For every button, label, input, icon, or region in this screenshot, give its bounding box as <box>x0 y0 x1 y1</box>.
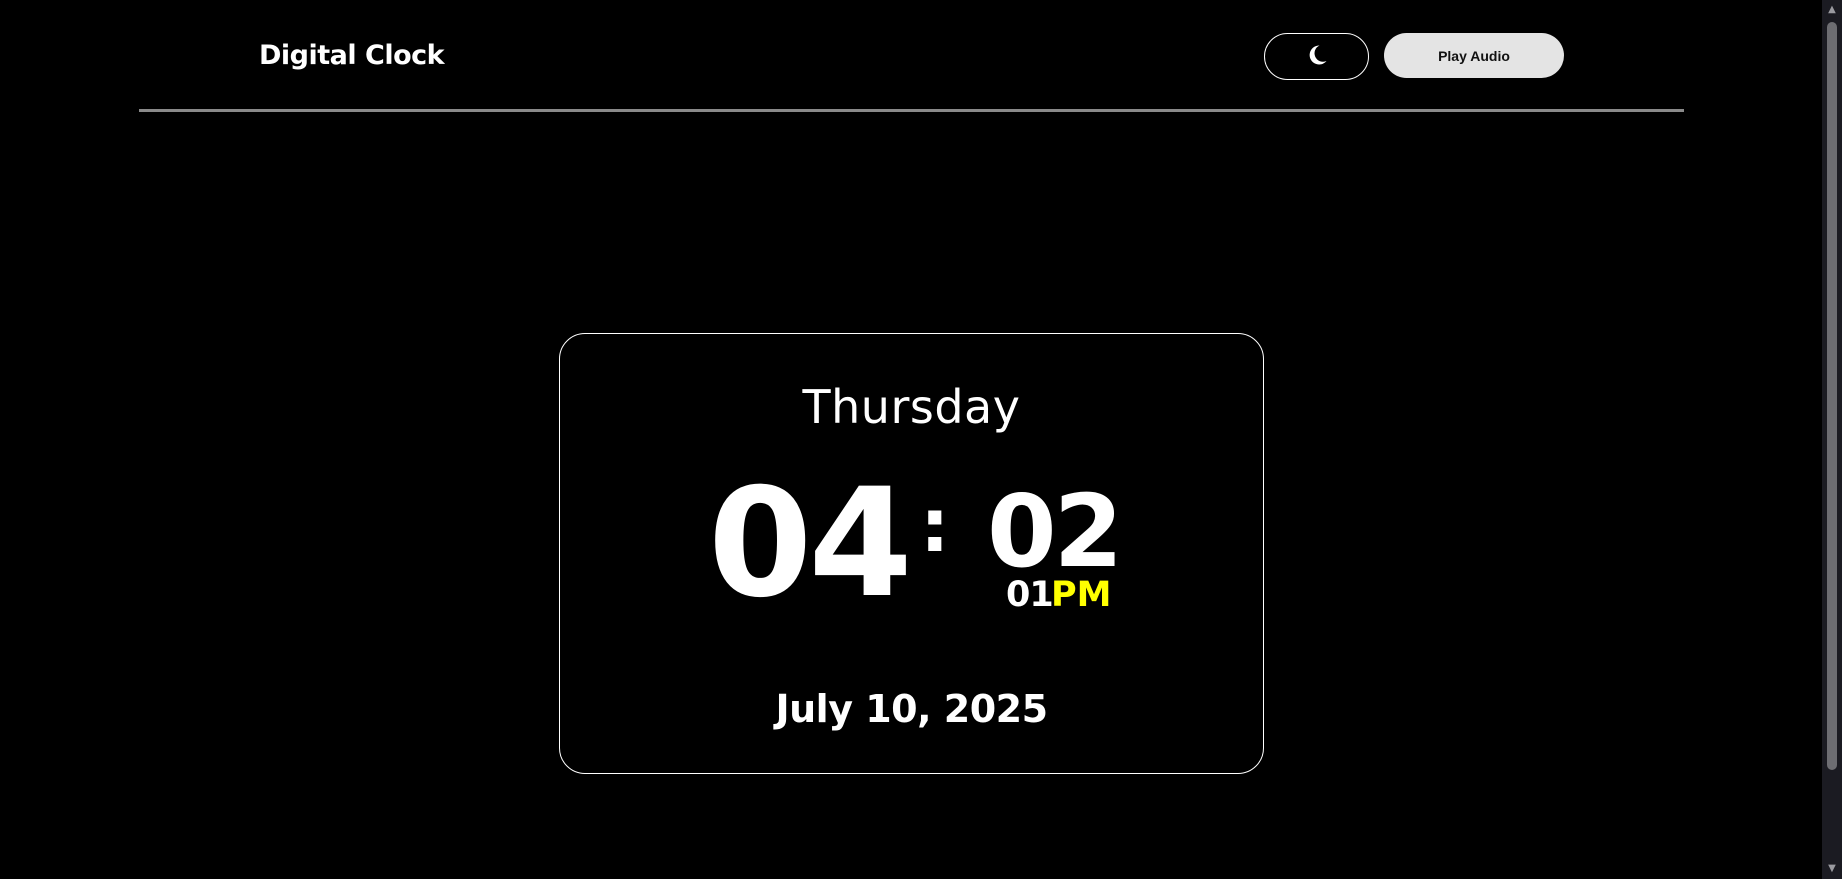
moon-icon <box>1305 43 1329 71</box>
vertical-scrollbar[interactable]: ▲ ▼ <box>1822 0 1842 879</box>
seconds-display: 01 <box>1006 575 1054 615</box>
app-title: Digital Clock <box>259 40 445 71</box>
minutes-display: 02 <box>987 473 1123 590</box>
date-label: July 10, 2025 <box>775 687 1048 731</box>
day-label: Thursday <box>802 380 1021 434</box>
period-indicator: PM <box>1051 575 1112 615</box>
theme-toggle-button[interactable] <box>1264 33 1369 80</box>
play-audio-button[interactable]: Play Audio <box>1384 33 1564 78</box>
clock-card: Thursday 04 : 02 01 PM July 10, 2025 <box>559 333 1264 774</box>
time-separator: : <box>920 483 950 569</box>
scroll-down-arrow-icon[interactable]: ▼ <box>1822 861 1842 877</box>
hours-display: 04 <box>708 457 913 631</box>
header: Digital Clock Play Audio <box>139 0 1684 112</box>
page: Digital Clock Play Audio Thursday 04 : 0… <box>0 0 1842 879</box>
scroll-up-arrow-icon[interactable]: ▲ <box>1822 2 1842 18</box>
scrollbar-thumb[interactable] <box>1827 22 1837 770</box>
